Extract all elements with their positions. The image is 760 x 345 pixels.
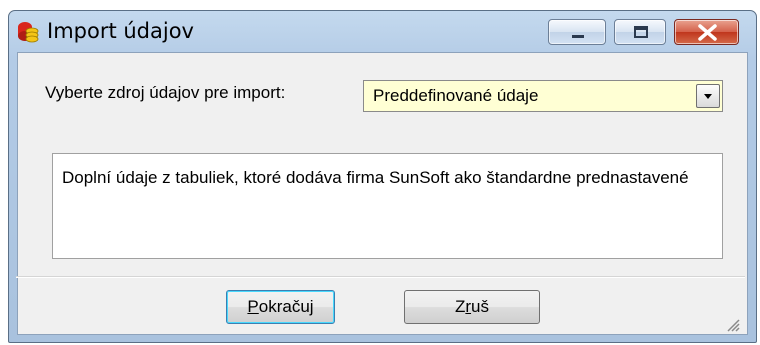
window-title: Import údajov <box>47 19 194 43</box>
close-icon <box>698 24 717 41</box>
minimize-icon <box>572 35 584 38</box>
maximize-button[interactable] <box>614 19 666 45</box>
database-stack-icon <box>18 22 39 43</box>
source-select[interactable]: Preddefinované údaje <box>363 80 723 112</box>
chevron-down-icon <box>704 94 712 99</box>
button-separator <box>16 276 745 278</box>
description-text: Doplní údaje z tabuliek, ktoré dodáva fi… <box>62 168 689 187</box>
cancel-button[interactable]: Zruš <box>404 290 540 324</box>
minimize-button[interactable] <box>548 19 606 45</box>
title-bar[interactable]: Import údajov <box>9 11 756 53</box>
source-label: Vyberte zdroj údajov pre import: <box>45 83 286 102</box>
description-box: Doplní údaje z tabuliek, ktoré dodáva fi… <box>52 153 723 259</box>
maximize-icon <box>634 26 648 38</box>
dropdown-button[interactable] <box>696 84 720 108</box>
continue-label: okračuj <box>258 297 314 316</box>
cancel-label-start: Z <box>454 297 466 316</box>
resize-grip-icon[interactable] <box>726 318 740 332</box>
source-select-value: Preddefinované údaje <box>373 86 539 105</box>
continue-accel: P <box>247 297 259 316</box>
cancel-label-end: uš <box>471 297 490 316</box>
continue-button[interactable]: Pokračuj <box>226 290 335 324</box>
close-button[interactable] <box>674 19 739 45</box>
